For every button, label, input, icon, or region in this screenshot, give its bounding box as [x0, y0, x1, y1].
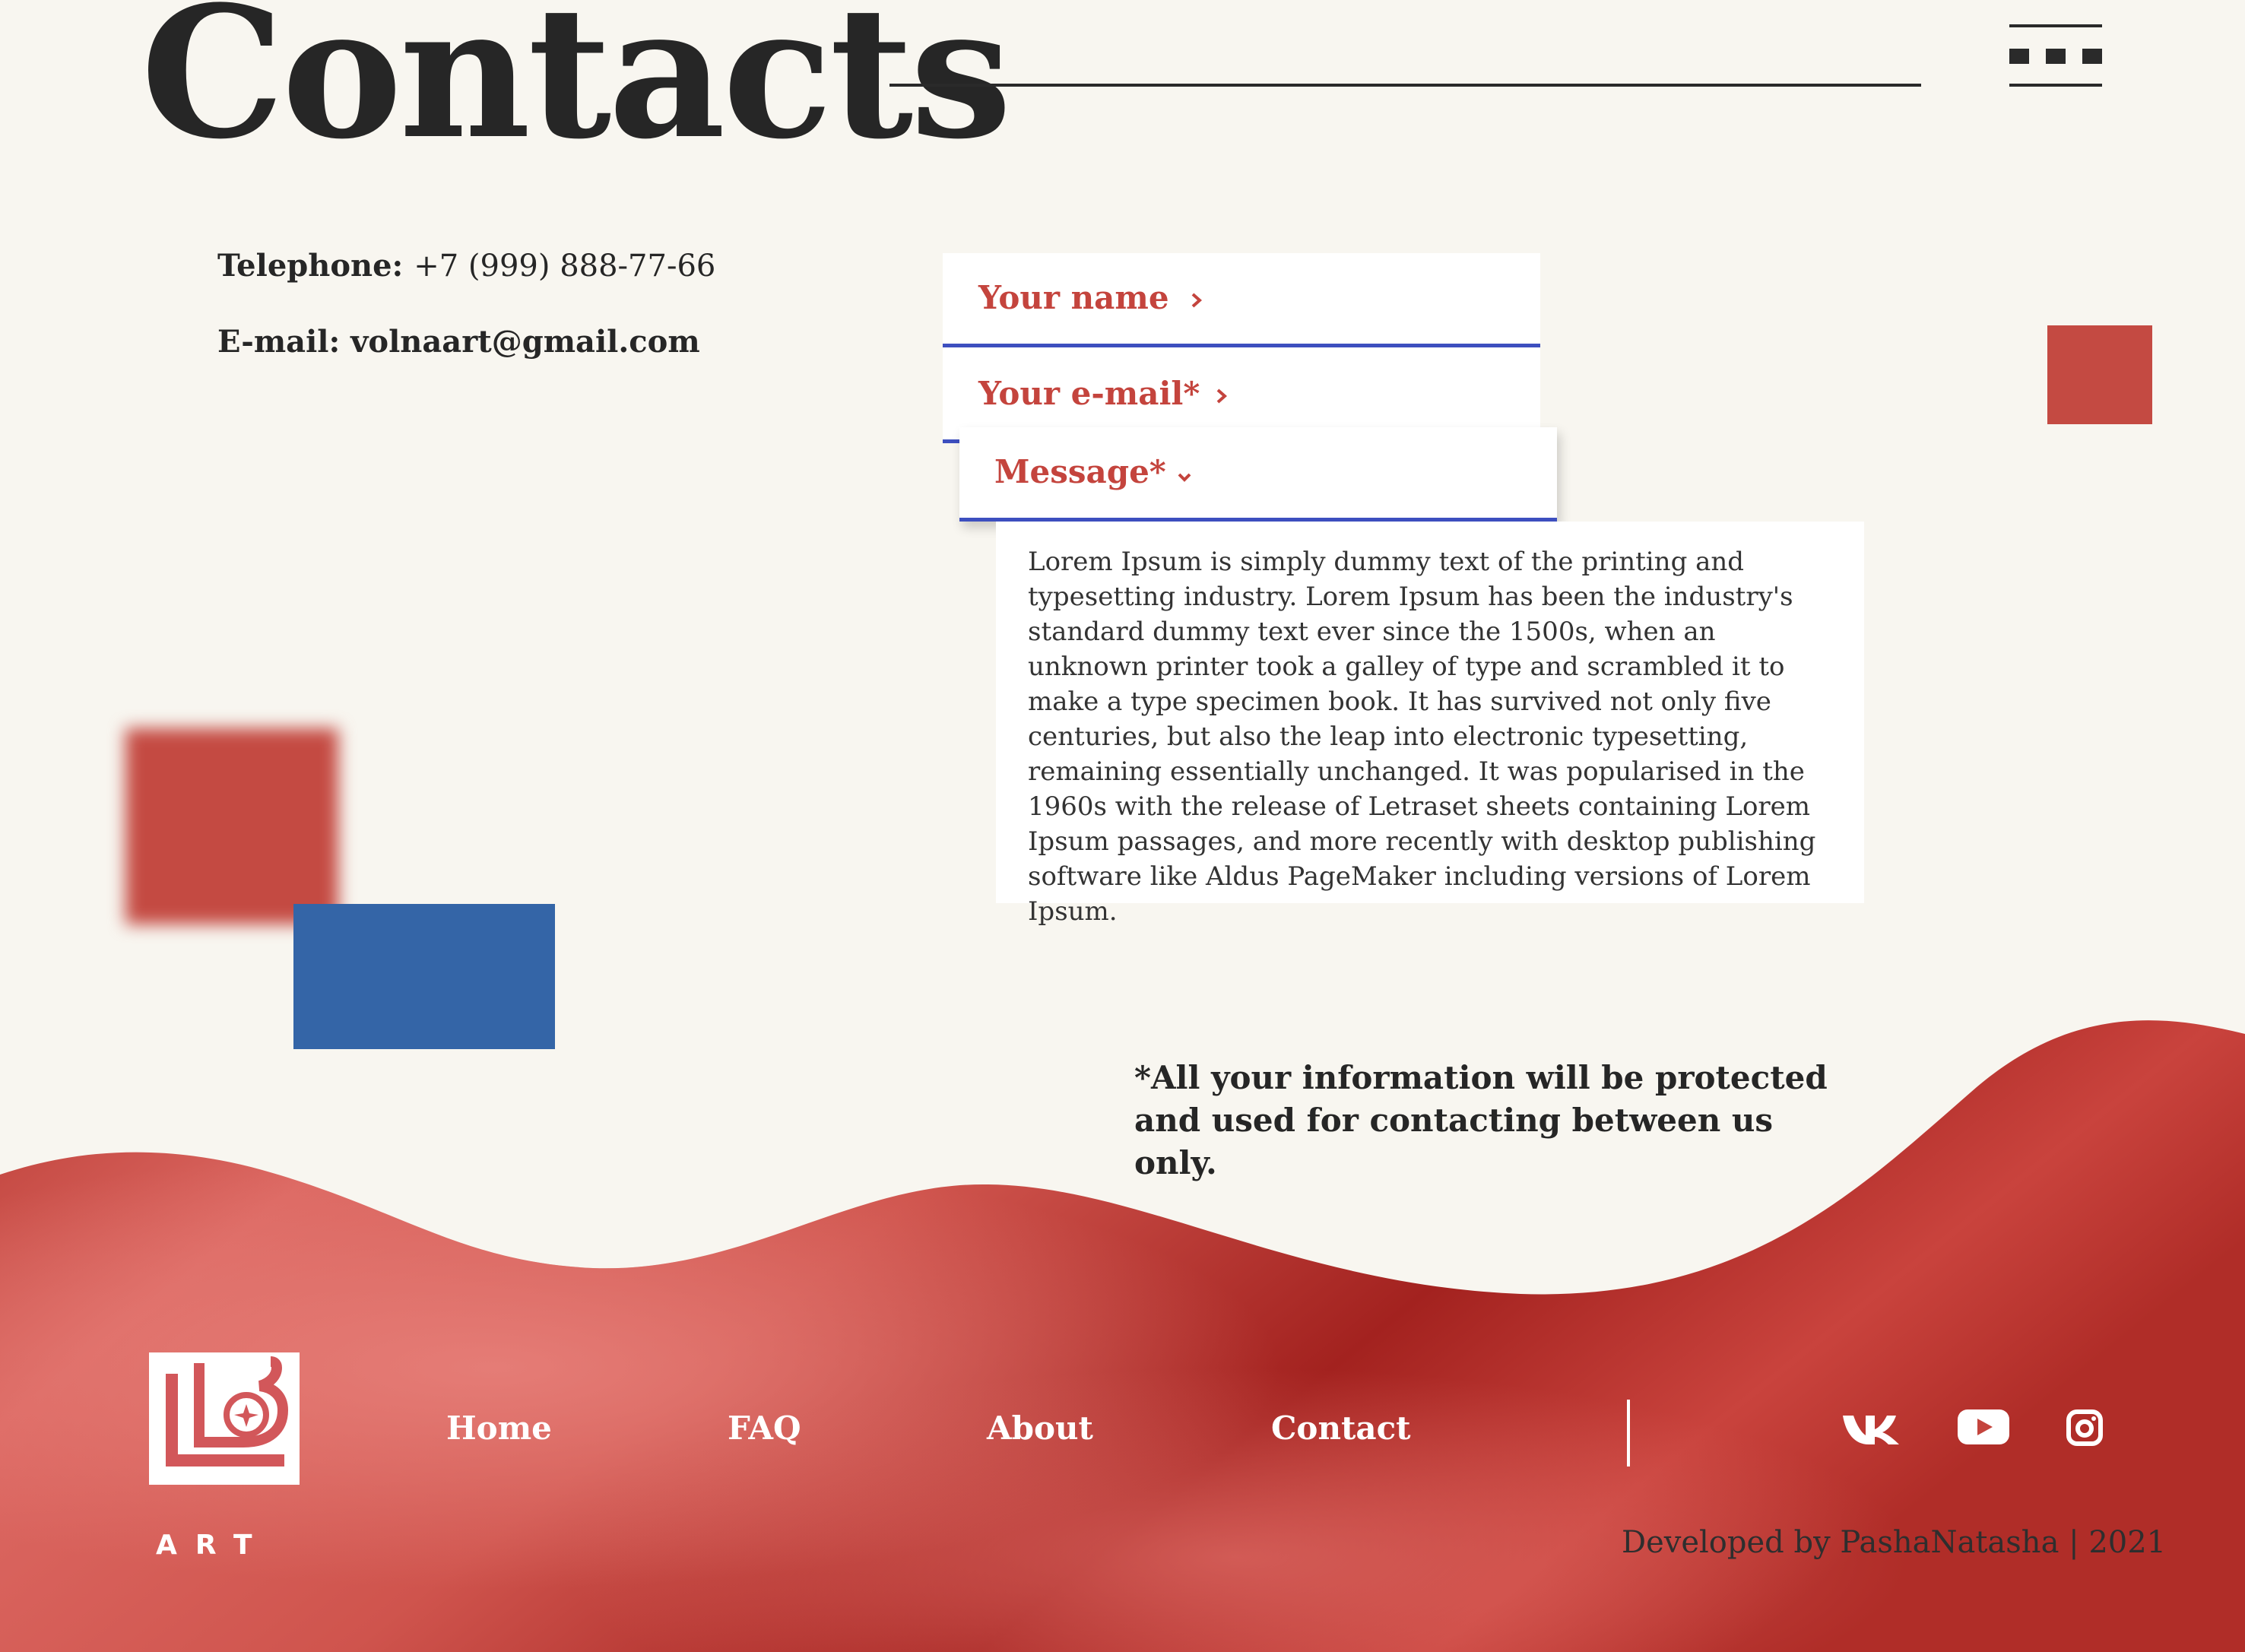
- developer-credit: Developed by PashaNatasha | 2021: [1622, 1525, 2167, 1560]
- nav-contact[interactable]: Contact: [1271, 1409, 1411, 1447]
- instagram-icon[interactable]: [2066, 1409, 2103, 1449]
- youtube-icon[interactable]: [1957, 1408, 2010, 1449]
- footer-wave-background: [0, 1020, 2245, 1652]
- logo-monogram-icon: [166, 1356, 289, 1467]
- logo-text: ART: [156, 1530, 271, 1561]
- nav-faq[interactable]: FAQ: [728, 1409, 801, 1447]
- nav-about[interactable]: About: [987, 1409, 1093, 1447]
- nav-home[interactable]: Home: [446, 1409, 552, 1447]
- vk-icon[interactable]: [1841, 1409, 1902, 1451]
- brand-logo[interactable]: [149, 1352, 300, 1485]
- footer-divider: [1627, 1400, 1630, 1467]
